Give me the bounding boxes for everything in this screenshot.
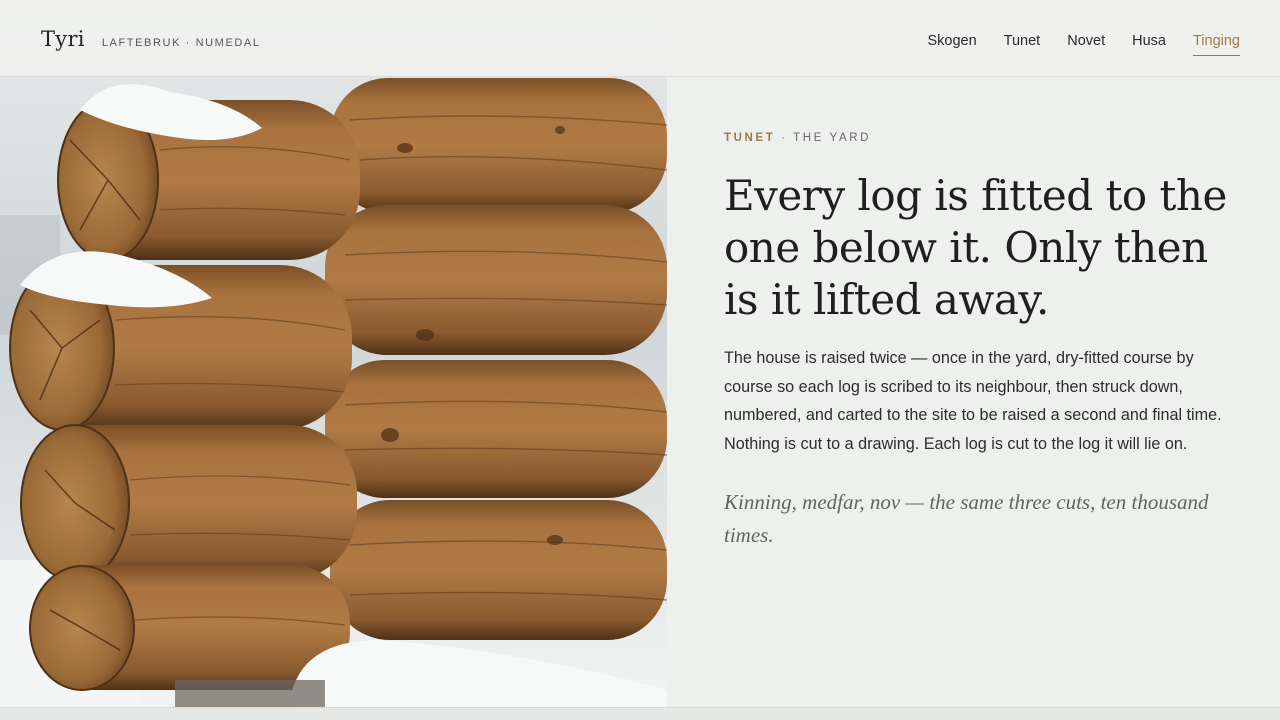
eyebrow-separator: · bbox=[775, 132, 794, 144]
hero-image-log-wall bbox=[0, 0, 667, 707]
section-headline: Every log is fitted to the one below it.… bbox=[724, 171, 1227, 324]
brand-logo[interactable]: Tyri bbox=[41, 27, 85, 51]
yard-section: TUNET · THE YARD Every log is fitted to … bbox=[724, 132, 1239, 552]
log-wall-illustration bbox=[0, 0, 667, 707]
nav-item-skogen[interactable]: Skogen bbox=[927, 33, 976, 56]
section-body: The house is raised twice — once in the … bbox=[724, 349, 1222, 453]
section-eyebrow: TUNET · THE YARD bbox=[724, 132, 1239, 144]
brand-tagline: LAFTEBRUK · NUMEDAL bbox=[101, 37, 261, 49]
nav-item-tinging[interactable]: Tinging bbox=[1192, 33, 1240, 56]
nav-item-tunet[interactable]: Tunet bbox=[1004, 33, 1041, 56]
eyebrow-accent: TUNET bbox=[724, 132, 776, 144]
pull-quote: Kinning, medfar, nov — the same three cu… bbox=[724, 490, 1209, 547]
nav-item-novet[interactable]: Novet bbox=[1067, 33, 1105, 56]
nav-item-husa[interactable]: Husa bbox=[1132, 33, 1166, 56]
main-nav: Skogen Tunet Novet Husa Tinging bbox=[927, 33, 1240, 56]
brand[interactable]: Tyri LAFTEBRUK · NUMEDAL bbox=[41, 27, 261, 51]
page-bottom-edge bbox=[0, 707, 1280, 720]
site-header: Tyri LAFTEBRUK · NUMEDAL Skogen Tunet No… bbox=[0, 0, 1280, 77]
eyebrow-rest: THE YARD bbox=[793, 132, 872, 144]
